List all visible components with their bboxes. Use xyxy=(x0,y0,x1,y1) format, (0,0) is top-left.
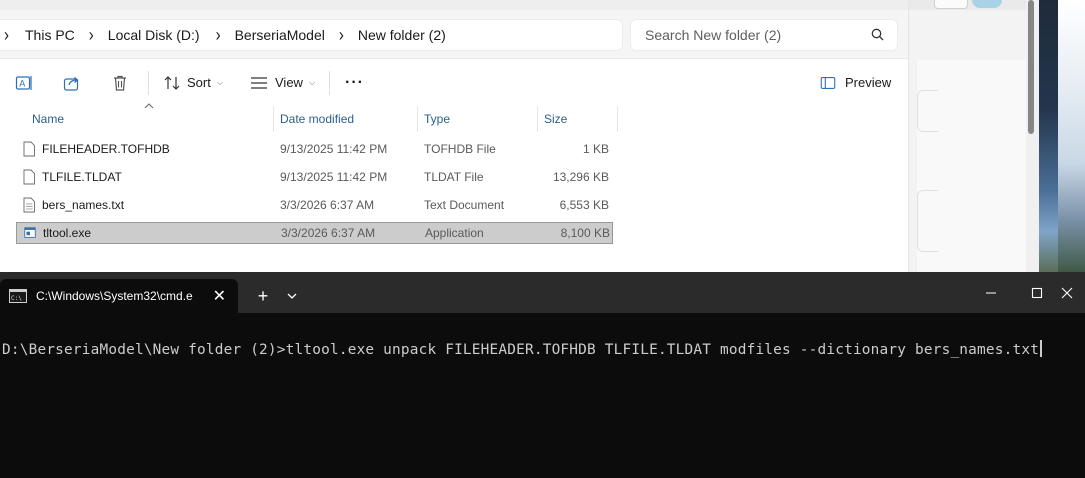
terminal-window: C:\ C:\Windows\System32\cmd.e ✕ + D:\Ber… xyxy=(0,272,1085,478)
column-headers: Name Date modified Type Size xyxy=(0,103,908,132)
view-icon xyxy=(251,76,267,89)
close-window-button[interactable] xyxy=(1060,272,1085,313)
scrollbar-thumb[interactable] xyxy=(1028,0,1034,134)
view-button[interactable]: View ⌵ xyxy=(249,59,315,106)
file-size: 13,296 KB xyxy=(552,170,609,184)
address-bar-area: › This PC › Local Disk (D:) › BerseriaMo… xyxy=(0,10,908,58)
rename-button[interactable]: A xyxy=(14,59,34,106)
toolbar-divider xyxy=(329,71,330,95)
search-placeholder: Search New folder (2) xyxy=(645,27,782,43)
terminal-prompt: D:\BerseriaModel\New folder (2)> xyxy=(2,342,286,358)
avatar xyxy=(972,0,1002,8)
terminal-command: tltool.exe unpack FILEHEADER.TOFHDB TLFI… xyxy=(285,342,1040,358)
background-window-card xyxy=(917,190,938,252)
breadcrumb-berseria-model[interactable]: BerseriaModel xyxy=(235,27,325,43)
delete-button[interactable] xyxy=(110,59,130,106)
chevron-right-icon[interactable]: › xyxy=(339,25,344,45)
background-window-button xyxy=(934,0,968,9)
command-bar: A Sort ⌵ View ⌵ ··· Preview xyxy=(0,58,908,107)
share-button[interactable] xyxy=(62,59,82,106)
chevron-right-icon[interactable]: › xyxy=(216,25,221,45)
close-icon xyxy=(1061,287,1073,298)
file-size: 1 KB xyxy=(582,142,609,156)
maximize-icon xyxy=(1031,287,1043,298)
file-date: 9/13/2025 11:42 PM xyxy=(280,142,388,156)
trash-icon xyxy=(114,75,126,91)
file-row[interactable]: FILEHEADER.TOFHDB 9/13/2025 11:42 PM TOF… xyxy=(16,138,613,160)
file-name: FILEHEADER.TOFHDB xyxy=(42,142,170,156)
file-date: 3/3/2026 6:37 AM xyxy=(281,226,376,240)
file-explorer-window: › This PC › Local Disk (D:) › BerseriaMo… xyxy=(0,0,908,272)
svg-text:A: A xyxy=(19,78,25,88)
file-name: bers_names.txt xyxy=(42,198,125,212)
file-row-selected[interactable]: tltool.exe 3/3/2026 6:37 AM Application … xyxy=(16,222,613,244)
chevron-down-icon: ⌵ xyxy=(216,77,223,87)
minimize-icon xyxy=(986,292,996,293)
file-icon xyxy=(23,141,35,157)
preview-pane-button[interactable]: Preview xyxy=(819,59,891,106)
file-name: tltool.exe xyxy=(43,226,92,240)
view-label: View xyxy=(275,75,303,90)
svg-text:C:\: C:\ xyxy=(11,295,22,302)
background-window-card xyxy=(917,90,938,132)
file-type: Application xyxy=(425,226,484,240)
chevron-down-icon[interactable] xyxy=(284,282,300,310)
text-cursor xyxy=(1040,340,1043,357)
column-header-date-modified[interactable]: Date modified xyxy=(274,106,418,132)
explorer-title-strip xyxy=(0,0,908,10)
cmd-icon: C:\ xyxy=(9,289,27,303)
chevron-right-icon[interactable]: › xyxy=(4,25,9,45)
search-icon[interactable] xyxy=(869,26,887,44)
terminal-tab-bar: C:\ C:\Windows\System32\cmd.e ✕ + xyxy=(0,272,1085,313)
sort-button[interactable]: Sort ⌵ xyxy=(162,59,223,106)
see-more-button[interactable]: ··· xyxy=(345,59,364,106)
preview-label: Preview xyxy=(845,75,892,90)
search-input[interactable]: Search New folder (2) xyxy=(630,19,898,51)
column-header-name[interactable]: Name xyxy=(26,106,274,132)
minimize-button[interactable] xyxy=(968,272,1014,313)
new-tab-button[interactable]: + xyxy=(253,282,273,310)
terminal-tab[interactable]: C:\ C:\Windows\System32\cmd.e ✕ xyxy=(0,279,238,313)
maximize-button[interactable] xyxy=(1014,272,1060,313)
file-size: 6,553 KB xyxy=(559,198,609,212)
breadcrumb-new-folder[interactable]: New folder (2) xyxy=(358,27,446,43)
file-date: 9/13/2025 11:42 PM xyxy=(280,170,388,184)
file-type: TOFHDB File xyxy=(424,142,496,156)
close-icon[interactable]: ✕ xyxy=(213,286,226,306)
chevron-down-icon: ⌵ xyxy=(308,77,316,87)
file-date: 3/3/2026 6:37 AM xyxy=(280,198,375,212)
text-file-icon xyxy=(23,197,35,213)
file-name: TLFILE.TLDAT xyxy=(42,170,122,184)
column-header-size[interactable]: Size xyxy=(538,106,618,132)
more-options-icon: ··· xyxy=(345,73,364,91)
desktop-wallpaper xyxy=(1058,0,1085,272)
file-size: 8,100 KB xyxy=(560,226,610,240)
application-icon xyxy=(24,227,36,238)
sort-label: Sort xyxy=(187,75,211,90)
sort-icon xyxy=(164,75,180,90)
breadcrumb-local-disk[interactable]: Local Disk (D:) xyxy=(108,27,200,43)
file-type: Text Document xyxy=(424,198,505,212)
rename-icon: A xyxy=(15,75,32,90)
toolbar-divider xyxy=(148,71,149,95)
breadcrumb-this-pc[interactable]: This PC xyxy=(25,27,75,43)
preview-pane-icon xyxy=(820,76,836,89)
terminal-command-line[interactable]: D:\BerseriaModel\New folder (2)>tltool.e… xyxy=(2,340,1043,358)
column-header-type[interactable]: Type xyxy=(418,106,538,132)
file-icon xyxy=(23,169,35,185)
file-type: TLDAT File xyxy=(424,170,484,184)
file-row[interactable]: TLFILE.TLDAT 9/13/2025 11:42 PM TLDAT Fi… xyxy=(16,166,613,188)
terminal-tab-title: C:\Windows\System32\cmd.e xyxy=(36,289,193,303)
breadcrumb[interactable]: › This PC › Local Disk (D:) › BerseriaMo… xyxy=(0,19,623,51)
share-icon xyxy=(63,76,79,91)
chevron-right-icon[interactable]: › xyxy=(89,25,94,45)
file-row[interactable]: bers_names.txt 3/3/2026 6:37 AM Text Doc… xyxy=(16,194,613,216)
background-window xyxy=(908,0,1039,272)
